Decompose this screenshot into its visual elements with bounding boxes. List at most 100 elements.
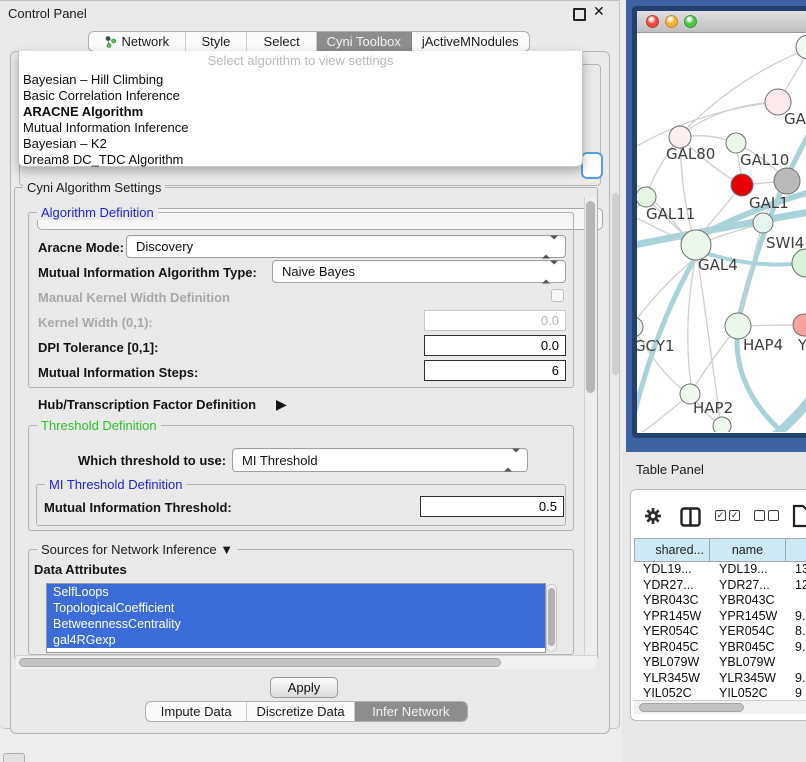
algorithm-definition-title: Algorithm Definition [37, 205, 158, 220]
tab-infer-network[interactable]: Infer Network [355, 702, 467, 721]
gear-icon[interactable] [644, 507, 662, 525]
settings-vertical-scrollbar[interactable] [584, 197, 597, 663]
tab-impute-data[interactable]: Impute Data [146, 702, 247, 721]
deselect-all-checkbox-icon[interactable] [754, 510, 765, 521]
table-row[interactable]: YBR043CYBR043C [634, 593, 806, 609]
kernel-width-input[interactable]: 0.0 [424, 310, 566, 331]
dpi-tolerance-label: DPI Tolerance [0,1]: [38, 340, 158, 355]
aracne-mode-label: Aracne Mode: [38, 240, 124, 255]
control-panel-title: Control Panel [8, 6, 87, 21]
sources-collapse-arrow-icon[interactable]: ▼ [220, 542, 233, 557]
data-attribute-item[interactable]: gal4RGexp [47, 632, 545, 648]
which-threshold-select[interactable]: MI Threshold [232, 448, 528, 472]
algorithm-option[interactable]: ARACNE Algorithm [19, 104, 582, 120]
select-all-checkbox-icon[interactable]: ✓ [715, 510, 726, 521]
network-edge [688, 260, 695, 385]
table-row[interactable]: YDL19...YDL19...13 [634, 562, 806, 578]
sources-title-text: Sources for Network Inference [41, 542, 217, 557]
network-node-small-bottom[interactable] [713, 417, 731, 432]
node-label: GCY1 [637, 337, 675, 355]
table-horizontal-scrollbar-thumb[interactable] [639, 703, 744, 712]
select-all-checkbox-icon-2[interactable]: ✓ [729, 510, 740, 521]
mac-zoom-button[interactable] [684, 15, 697, 28]
column-header-shared-name[interactable]: shared... [634, 538, 710, 562]
mi-algorithm-type-select[interactable]: Naive Bayes [272, 260, 566, 283]
network-node-gal1[interactable] [731, 174, 753, 196]
network-canvas[interactable]: GALGAL80GAL10GAL1GAL11SWI4GAL4GCY1HAP4YH… [637, 33, 806, 432]
tab-network[interactable]: Network [89, 32, 186, 51]
collapsed-panel-button[interactable] [3, 753, 25, 762]
node-label: GAL4 [698, 256, 738, 274]
settings-vertical-scrollbar-thumb[interactable] [586, 201, 595, 393]
dpi-tolerance-input[interactable]: 0.0 [424, 335, 566, 356]
which-threshold-value: MI Threshold [242, 453, 318, 468]
table-row[interactable]: YBR045CYBR045C9. [634, 640, 806, 656]
network-window-titlebar[interactable] [637, 11, 806, 33]
tab-impute-data-label: Impute Data [161, 704, 232, 719]
settings-horizontal-scrollbar[interactable] [16, 655, 596, 669]
table-row[interactable]: YDR27...YDR27...12 [634, 578, 806, 594]
table-cell: 13 [786, 562, 806, 578]
data-attribute-item[interactable]: BetweennessCentrality [47, 616, 545, 632]
algorithm-option[interactable]: Dream8 DC_TDC Algorithm [19, 152, 582, 168]
tab-style-label: Style [201, 34, 230, 49]
table-panel-card: ✓ ✓ shared... name YDL19...YDL19...13YDR… [630, 489, 806, 721]
network-icon [104, 35, 117, 48]
data-attribute-item[interactable]: TopologicalCoefficient [47, 600, 545, 616]
hub-expand-arrow-icon[interactable]: ▶ [276, 396, 287, 413]
tab-select[interactable]: Select [247, 32, 317, 51]
tab-style[interactable]: Style [186, 32, 248, 51]
table-row[interactable]: YPR145WYPR145W9. [634, 609, 806, 625]
node-label: GAL80 [666, 145, 715, 163]
node-label: HAP2 [693, 399, 733, 417]
algorithm-option[interactable]: Bayesian – Hill Climbing [19, 72, 582, 88]
tab-cyni-toolbox[interactable]: Cyni Toolbox [317, 32, 412, 51]
table-horizontal-scrollbar[interactable] [634, 700, 806, 714]
split-view-icon[interactable] [680, 507, 701, 527]
mac-close-button[interactable] [646, 15, 659, 28]
document-icon[interactable] [792, 504, 806, 528]
table-cell: 9. [786, 671, 806, 687]
attributes-scrollbar[interactable] [546, 584, 557, 652]
network-node-top-cut[interactable] [796, 35, 806, 59]
mi-steps-input[interactable]: 6 [424, 360, 566, 381]
apply-button[interactable]: Apply [270, 677, 338, 698]
table-row[interactable]: YER054CYER054C8. [634, 624, 806, 640]
column-header-clipped[interactable] [786, 538, 806, 562]
algorithm-option[interactable]: Mutual Information Inference [19, 120, 582, 136]
kernel-width-label: Kernel Width (0,1): [38, 315, 153, 330]
tab-discretize-data-label: Discretize Data [256, 704, 344, 719]
table-row[interactable]: YLR345WYLR345W9. [634, 671, 806, 687]
column-header-name[interactable]: name [710, 538, 786, 562]
network-node-gal11[interactable] [637, 187, 656, 207]
network-node-gal10[interactable] [726, 133, 746, 153]
algorithm-option[interactable]: Bayesian – K2 [19, 136, 582, 152]
table-cell: 9. [786, 640, 806, 656]
tab-discretize-data[interactable]: Discretize Data [247, 702, 354, 721]
table-cell: 9. [786, 609, 806, 625]
close-icon[interactable]: ✕ [593, 3, 605, 20]
float-window-icon[interactable] [573, 8, 586, 21]
aracne-mode-value: Discovery [136, 239, 193, 254]
mi-threshold-input[interactable]: 0.5 [420, 496, 564, 517]
table-row[interactable]: YIL052CYIL052C9 [634, 686, 806, 698]
data-attribute-item[interactable]: SelfLoops [47, 584, 545, 600]
aracne-mode-select[interactable]: Discovery [126, 235, 566, 258]
control-panel-window: Control Panel ✕ Network Style Select [0, 0, 620, 729]
algorithm-option[interactable]: Basic Correlation Inference [19, 88, 582, 104]
network-node-gray-node[interactable] [774, 168, 800, 194]
algorithm-popup-list: Bayesian – Hill ClimbingBasic Correlatio… [19, 72, 582, 168]
table-cell: YBL079W [634, 655, 710, 671]
settings-horizontal-scrollbar-thumb[interactable] [19, 658, 501, 667]
network-node-gcy1[interactable] [637, 317, 643, 337]
deselect-all-checkbox-icon-2[interactable] [768, 510, 779, 521]
tab-jactivemnodules[interactable]: jActiveMNodules [412, 32, 529, 51]
table-row[interactable]: YBL079WYBL079W [634, 655, 806, 671]
network-node-salmon-node[interactable] [793, 314, 806, 336]
panel-edge-scrollbar-thumb[interactable] [612, 193, 619, 375]
mac-minimize-button[interactable] [665, 15, 678, 28]
network-node-right-green[interactable] [792, 249, 806, 277]
attributes-scrollbar-thumb[interactable] [548, 588, 555, 646]
manual-kernel-width-checkbox[interactable] [551, 289, 564, 302]
network-node-swi4[interactable] [753, 213, 773, 233]
